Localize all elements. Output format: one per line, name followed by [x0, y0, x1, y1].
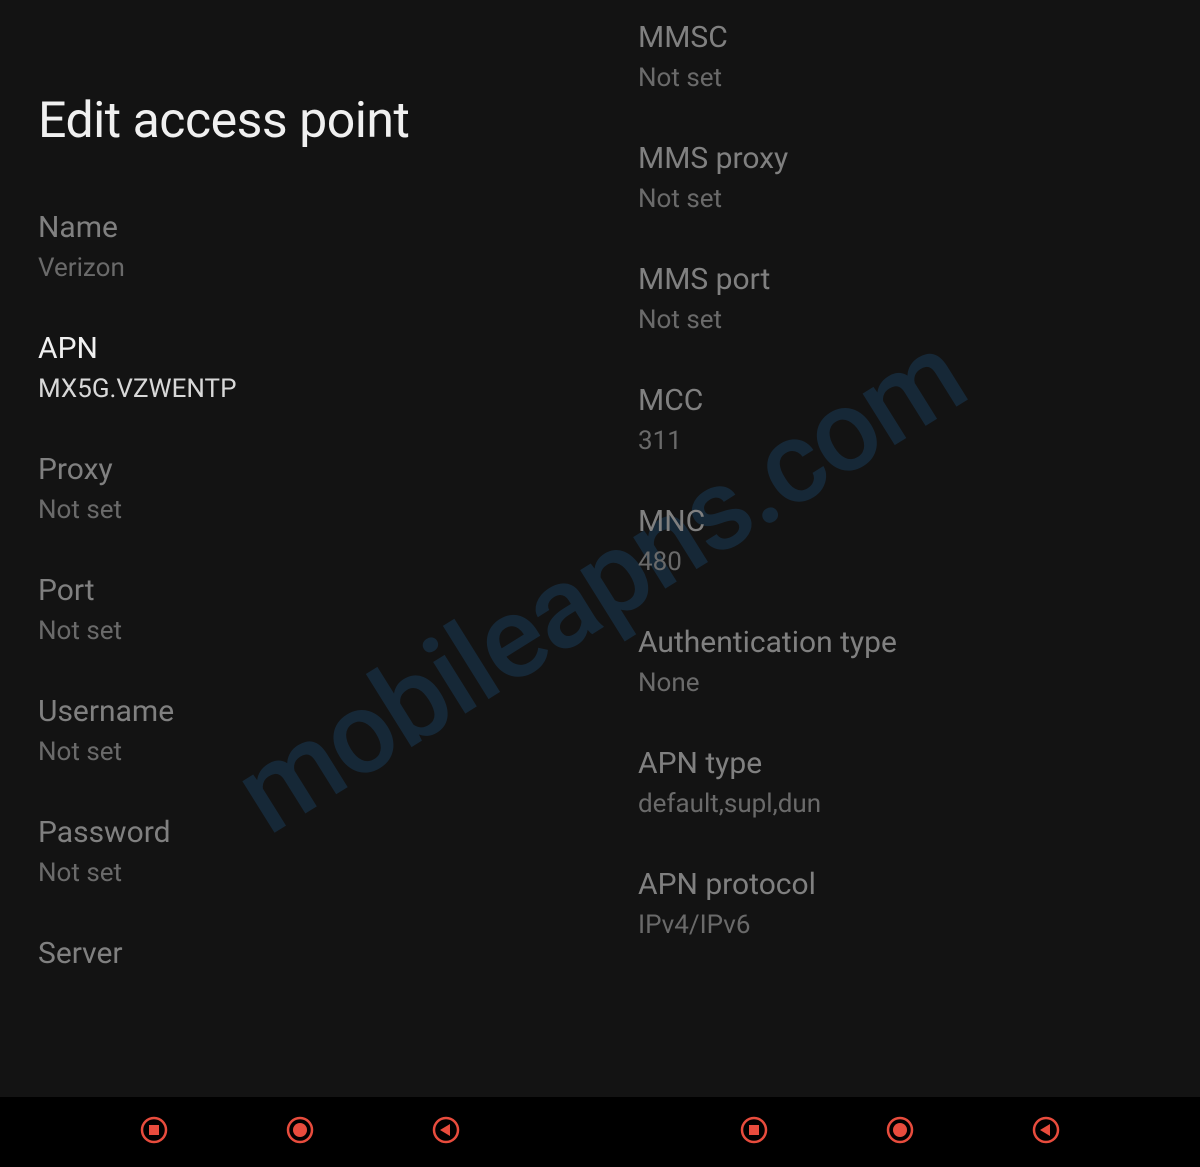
square-icon: [740, 1116, 768, 1148]
setting-name[interactable]: Name Verizon: [38, 210, 600, 283]
setting-value: MX5G.VZWENTP: [38, 374, 600, 404]
setting-value: Verizon: [38, 253, 600, 283]
setting-auth-type[interactable]: Authentication type None: [638, 625, 1200, 698]
setting-value: Not set: [38, 616, 600, 646]
setting-mcc[interactable]: MCC 311: [638, 383, 1200, 456]
setting-value: default,supl,dun: [638, 789, 1200, 819]
square-icon: [140, 1116, 168, 1148]
setting-label: Authentication type: [638, 625, 1200, 660]
recents-button[interactable]: [136, 1114, 172, 1150]
circle-icon: [286, 1116, 314, 1148]
navigation-bar: [0, 1097, 1200, 1167]
setting-server[interactable]: Server: [38, 936, 600, 971]
setting-value: 311: [638, 426, 1200, 456]
setting-value: Not set: [638, 63, 1200, 93]
home-button[interactable]: [282, 1114, 318, 1150]
setting-label: MCC: [638, 383, 1200, 418]
setting-port[interactable]: Port Not set: [38, 573, 600, 646]
setting-label: Password: [38, 815, 600, 850]
circle-icon: [886, 1116, 914, 1148]
setting-label: MNC: [638, 504, 1200, 539]
triangle-left-icon: [1032, 1116, 1060, 1148]
back-button[interactable]: [428, 1114, 464, 1150]
setting-value: 480: [638, 547, 1200, 577]
setting-label: MMS proxy: [638, 141, 1200, 176]
page-title: Edit access point: [38, 92, 600, 150]
setting-password[interactable]: Password Not set: [38, 815, 600, 888]
setting-proxy[interactable]: Proxy Not set: [38, 452, 600, 525]
nav-left-group: [0, 1097, 600, 1167]
nav-right-group: [600, 1097, 1200, 1167]
home-button[interactable]: [882, 1114, 918, 1150]
setting-value: IPv4/IPv6: [638, 910, 1200, 940]
setting-label: Name: [38, 210, 600, 245]
setting-apn-type[interactable]: APN type default,supl,dun: [638, 746, 1200, 819]
back-button[interactable]: [1028, 1114, 1064, 1150]
setting-label: MMS port: [638, 262, 1200, 297]
setting-label: APN protocol: [638, 867, 1200, 902]
triangle-left-icon: [432, 1116, 460, 1148]
right-column: MMSC Not set MMS proxy Not set MMS port …: [600, 0, 1200, 1097]
setting-label: APN type: [638, 746, 1200, 781]
setting-apn-protocol[interactable]: APN protocol IPv4/IPv6: [638, 867, 1200, 940]
setting-value: Not set: [38, 858, 600, 888]
setting-value: Not set: [38, 737, 600, 767]
setting-value: None: [638, 668, 1200, 698]
setting-mms-proxy[interactable]: MMS proxy Not set: [638, 141, 1200, 214]
left-column: Edit access point Name Verizon APN MX5G.…: [0, 0, 600, 1097]
setting-value: Not set: [38, 495, 600, 525]
setting-label: Username: [38, 694, 600, 729]
setting-label: APN: [38, 331, 600, 366]
setting-apn[interactable]: APN MX5G.VZWENTP: [38, 331, 600, 404]
setting-mmsc[interactable]: MMSC Not set: [638, 20, 1200, 93]
setting-label: Server: [38, 936, 600, 971]
setting-value: Not set: [638, 305, 1200, 335]
setting-mnc[interactable]: MNC 480: [638, 504, 1200, 577]
setting-label: Proxy: [38, 452, 600, 487]
setting-label: Port: [38, 573, 600, 608]
setting-mms-port[interactable]: MMS port Not set: [638, 262, 1200, 335]
recents-button[interactable]: [736, 1114, 772, 1150]
setting-value: Not set: [638, 184, 1200, 214]
setting-username[interactable]: Username Not set: [38, 694, 600, 767]
setting-label: MMSC: [638, 20, 1200, 55]
